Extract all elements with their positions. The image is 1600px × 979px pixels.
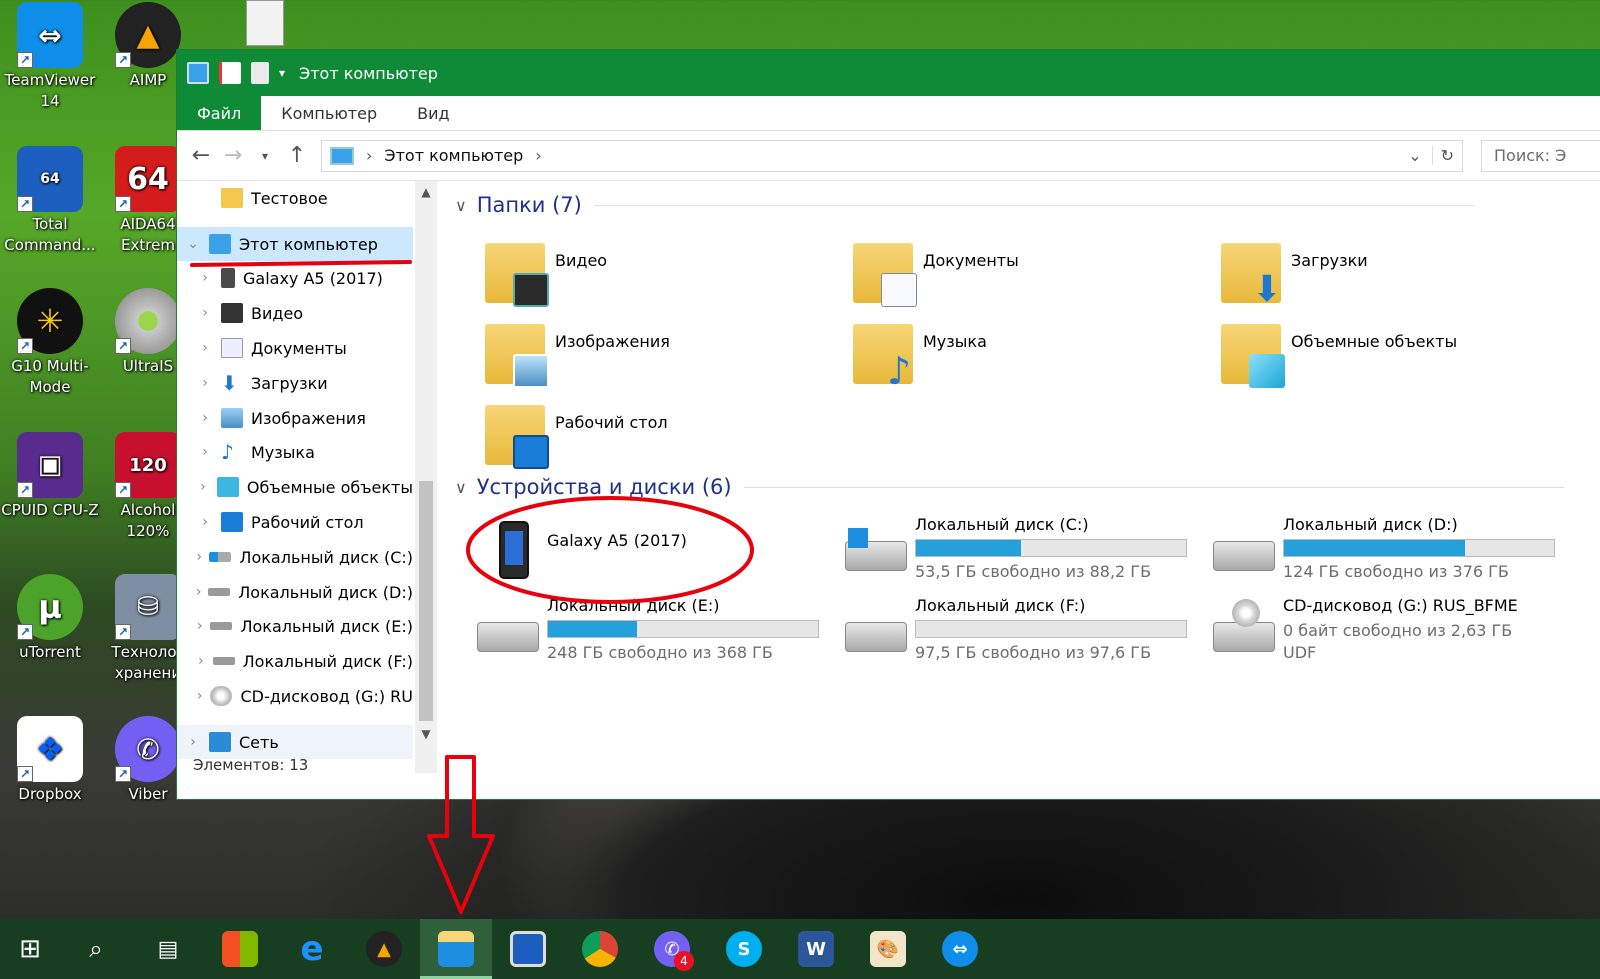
teamviewer-icon: ⇔ [942, 931, 978, 967]
taskbar-start-button[interactable]: ⊞ [0, 919, 60, 979]
taskbar-word[interactable]: W [780, 919, 852, 979]
notification-badge: 4 [674, 951, 694, 971]
paint-icon: 🎨 [870, 931, 906, 967]
taskbar-total-commander[interactable] [492, 919, 564, 979]
taskbar-store[interactable] [204, 919, 276, 979]
taskbar-aimp[interactable]: ▲ [348, 919, 420, 979]
annotation-circle [466, 496, 754, 604]
taskbar-edge[interactable]: e [276, 919, 348, 979]
aimp-icon: ▲ [366, 931, 402, 967]
word-icon: W [798, 931, 834, 967]
taskbar-chrome[interactable] [564, 919, 636, 979]
search-icon: ⌕ [89, 935, 103, 963]
taskbar-viber[interactable]: ✆ 4 [636, 919, 708, 979]
taskbar-file-explorer[interactable] [420, 919, 492, 979]
chrome-icon [582, 931, 618, 967]
annotation-underline [190, 260, 412, 267]
taskbar-teamviewer[interactable]: ⇔ [924, 919, 996, 979]
edge-icon: e [300, 929, 324, 969]
annotation-overlay [190, 260, 754, 914]
skype-icon: S [726, 931, 762, 967]
task-view-icon: ▤ [157, 936, 179, 962]
taskbar: ⊞ ⌕ ▤ e ▲ ✆ 4 S W 🎨 ⇔ [0, 919, 1600, 979]
total-commander-icon [510, 931, 546, 967]
store-icon [222, 931, 258, 967]
file-explorer-icon [438, 931, 474, 967]
taskbar-task-view-button[interactable]: ▤ [132, 919, 204, 979]
taskbar-skype[interactable]: S [708, 919, 780, 979]
start-icon: ⊞ [19, 934, 41, 964]
taskbar-paint[interactable]: 🎨 [852, 919, 924, 979]
annotation-down-arrow-icon [427, 755, 495, 914]
taskbar-search-button[interactable]: ⌕ [60, 919, 132, 979]
